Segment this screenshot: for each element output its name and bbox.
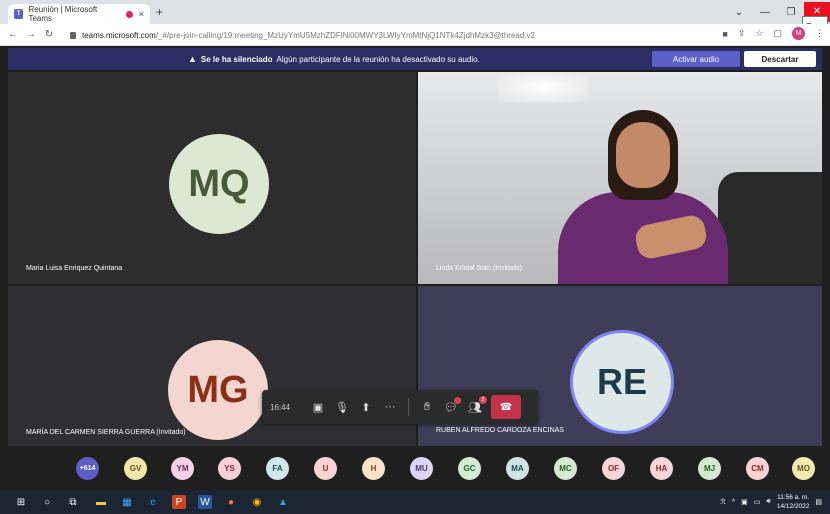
- clock-date: 14/12/2022: [776, 503, 810, 510]
- notifications-icon[interactable]: ▤: [815, 498, 822, 506]
- chrome-icon[interactable]: ◉: [250, 495, 264, 509]
- banner-bold-text: Se le ha silenciado: [200, 54, 273, 64]
- participant-name: MARÍA DEL CARMEN SIERRA GUERRA (Invitado…: [26, 429, 186, 436]
- url-field[interactable]: teams.microsoft.com/_#/pre-join-calling/…: [70, 27, 710, 43]
- clock-time: 11:56 a. m.: [777, 494, 810, 501]
- window-controls: ⌄ — ❐ ✕ Cerrar: [726, 0, 830, 40]
- chat-badge: [454, 397, 461, 404]
- participant-chip[interactable]: HA: [650, 457, 673, 480]
- battery-icon[interactable]: ▭: [754, 498, 761, 506]
- more-options-icon[interactable]: ···: [378, 395, 402, 419]
- tab-close-button[interactable]: ×: [139, 9, 144, 19]
- participant-chip[interactable]: CM: [746, 457, 769, 480]
- camera-off-icon[interactable]: ▣: [306, 395, 330, 419]
- dismiss-button[interactable]: Descartar: [744, 51, 816, 67]
- photos-icon[interactable]: ▲: [276, 495, 290, 509]
- participant-chip[interactable]: YM: [171, 457, 194, 480]
- warning-icon: ▲: [188, 54, 197, 64]
- share-screen-icon[interactable]: ⬆: [354, 395, 378, 419]
- participant-chip[interactable]: +614: [76, 457, 99, 480]
- star-icon[interactable]: ☆: [755, 28, 763, 39]
- hang-up-button[interactable]: ☎: [491, 395, 521, 419]
- raise-hand-icon[interactable]: ✋︎: [415, 395, 439, 419]
- participant-video-tile[interactable]: Linda Kristal Soto (Invitado): [418, 72, 822, 284]
- people-icon[interactable]: ℛ: [720, 498, 726, 506]
- volume-icon[interactable]: 🔊︎: [766, 498, 770, 506]
- profile-avatar[interactable]: M: [792, 27, 805, 40]
- system-tray: ℛ ^ ▣ ▭ 🔊︎ 11:56 a. m. 14/12/2022 ▤: [720, 492, 822, 512]
- avatar: RE: [570, 330, 674, 434]
- new-tab-button[interactable]: +: [156, 5, 163, 19]
- participant-tile[interactable]: MQ Maria Luisa Enriquez Quintana: [8, 72, 416, 284]
- windows-taskbar: ⊞ ○ ⧉ ▬ ▦ e P W ● ◉ ▲ ℛ ^ ▣ ▭ 🔊︎ 11:56 a…: [0, 490, 830, 514]
- participant-chip[interactable]: GV: [124, 457, 147, 480]
- participant-chip[interactable]: MA: [506, 457, 529, 480]
- video-person-face: [616, 122, 670, 188]
- maximize-button[interactable]: ❐: [778, 7, 804, 18]
- tab-title: Reunión | Microsoft Teams: [28, 5, 98, 23]
- participant-chip[interactable]: MJ: [698, 457, 721, 480]
- banner-message: Algún participante de la reunión ha desa…: [276, 54, 480, 64]
- reload-button[interactable]: ↻: [40, 29, 58, 40]
- participants-icon[interactable]: 👥︎ 2: [463, 395, 487, 419]
- avatar: MG: [168, 340, 268, 440]
- video-light: [498, 72, 588, 102]
- minimize-button[interactable]: —: [752, 7, 778, 18]
- edge-icon[interactable]: e: [146, 495, 160, 509]
- menu-icon[interactable]: ⋮: [815, 28, 824, 39]
- call-toolbar: 16:44 ▣ 🎙︎ ⬆ ··· ✋︎ 💬︎ 👥︎ 2 ☎: [262, 390, 538, 424]
- powerpoint-icon[interactable]: P: [172, 495, 186, 509]
- network-icon[interactable]: ▣: [741, 498, 748, 506]
- close-window-button[interactable]: ✕ Cerrar: [802, 2, 830, 40]
- participant-chip[interactable]: GC: [458, 457, 481, 480]
- participant-chip[interactable]: FA: [266, 457, 289, 480]
- address-bar-icons: ■ ⇪ ☆ ▢ M ⋮: [722, 27, 824, 40]
- file-explorer-icon[interactable]: ▬: [94, 495, 108, 509]
- chat-icon[interactable]: 💬︎: [439, 395, 463, 419]
- back-button[interactable]: ←: [4, 29, 22, 40]
- video-chair: [718, 172, 822, 284]
- camera-icon[interactable]: ■: [722, 29, 727, 39]
- participant-chip[interactable]: MU: [410, 457, 433, 480]
- task-view-icon[interactable]: ⧉: [66, 495, 80, 509]
- url-path: /_#/pre-join-calling/19:meeting_MzUyYmU5…: [155, 30, 535, 40]
- forward-button[interactable]: →: [22, 29, 40, 40]
- clock[interactable]: 11:56 a. m. 14/12/2022: [777, 493, 810, 511]
- participant-strip: +614 GV YM YS FA U H MU GC MA MC OF HA MJ CM MO: [8, 448, 822, 488]
- browser-tab[interactable]: T Reunión | Microsoft Teams ×: [8, 4, 150, 24]
- chevron-down-icon[interactable]: ⌄: [726, 7, 752, 18]
- call-timer: 16:44: [270, 402, 291, 412]
- participant-chip[interactable]: YS: [218, 457, 241, 480]
- participants-badge: 2: [479, 396, 487, 404]
- word-icon[interactable]: W: [198, 495, 212, 509]
- teams-logo-icon: T: [14, 9, 24, 19]
- url-host: teams.microsoft.com: [82, 30, 156, 40]
- microphone-off-icon[interactable]: 🎙︎: [330, 395, 354, 419]
- windows-start-icon[interactable]: ⊞: [14, 495, 28, 509]
- participant-name: RUBEN ALFREDO CARDOZA ENCINAS: [436, 427, 564, 434]
- participant-chip[interactable]: H: [362, 457, 385, 480]
- participant-name: Maria Luisa Enriquez Quintana: [26, 265, 123, 272]
- participant-chip[interactable]: OF: [602, 457, 625, 480]
- share-icon[interactable]: ⇪: [738, 28, 746, 39]
- participant-name: Linda Kristal Soto (Invitado): [436, 265, 522, 272]
- chevron-up-icon[interactable]: ^: [732, 499, 735, 506]
- window-icon[interactable]: ▢: [773, 28, 782, 39]
- toolbar-divider: [408, 398, 409, 416]
- participant-chip[interactable]: U: [314, 457, 337, 480]
- browser-tab-bar: T Reunión | Microsoft Teams × + ⌄ — ❐ ✕ …: [0, 0, 830, 40]
- firefox-icon[interactable]: ●: [224, 495, 238, 509]
- muted-banner: ▲ Se le ha silenciado Algún participante…: [8, 48, 822, 70]
- store-icon[interactable]: ▦: [120, 495, 134, 509]
- address-bar: ← → ↻ teams.microsoft.com/_#/pre-join-ca…: [0, 24, 830, 46]
- activate-audio-button[interactable]: Activar audio: [652, 51, 740, 67]
- search-icon[interactable]: ○: [40, 495, 54, 509]
- participant-chip[interactable]: MC: [554, 457, 577, 480]
- recording-indicator-icon: [126, 10, 133, 18]
- avatar: MQ: [169, 134, 269, 234]
- participant-chip[interactable]: MO: [792, 457, 815, 480]
- lock-icon: [70, 31, 76, 39]
